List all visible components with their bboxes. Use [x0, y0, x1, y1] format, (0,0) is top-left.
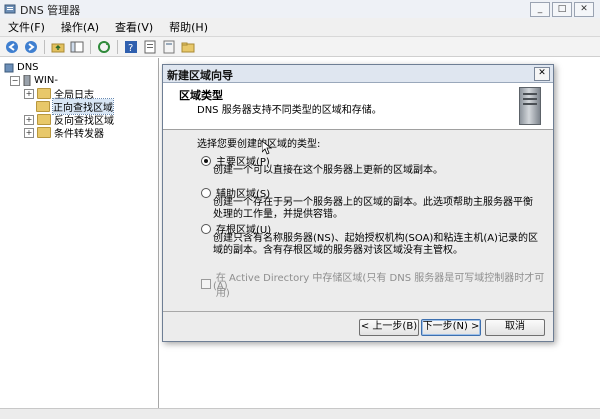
store-in-ad-checkbox[interactable]: 在 Active Directory 中存储区域(只有 DNS 服务器是可写域控…	[201, 269, 553, 299]
collapse-icon[interactable]: −	[10, 75, 20, 86]
expand-icon[interactable]: +	[24, 127, 34, 138]
new-zone-icon[interactable]	[161, 39, 177, 55]
description-line: 域的副本。含有存根区域的服务器对该区域没有主管权。	[213, 245, 463, 256]
console-tree: DNS − WIN- + 全局日志 正向查找区域 + 反向查找区域 + 条件转发…	[0, 58, 159, 408]
cancel-button[interactable]: 取消	[485, 319, 545, 336]
radio-button[interactable]	[201, 155, 211, 166]
mouse-cursor-icon	[262, 141, 272, 155]
dialog-title: 新建区域向导	[167, 69, 233, 82]
dns-node-icon	[4, 63, 14, 72]
menu-view[interactable]: 查看(V)	[107, 19, 161, 35]
button-separator	[163, 311, 553, 312]
folder-icon[interactable]	[180, 39, 196, 55]
expand-icon[interactable]: +	[24, 88, 34, 99]
dialog-header: 区域类型 DNS 服务器支持不同类型的区域和存储。	[163, 83, 553, 130]
checkbox-label: 在 Active Directory 中存储区域(只有 DNS 服务器是可写域控…	[215, 273, 545, 299]
dialog-titlebar: 新建区域向导 ✕	[163, 65, 553, 83]
refresh-icon[interactable]	[96, 39, 112, 55]
dns-app-icon	[4, 3, 16, 15]
radio-button[interactable]	[201, 223, 211, 234]
forward-icon[interactable]	[23, 39, 39, 55]
maximize-button[interactable]: □	[552, 2, 572, 17]
zone-type-prompt: 选择您要创建的区域的类型:	[197, 139, 321, 150]
dialog-close-button[interactable]: ✕	[534, 67, 550, 81]
toolbar-separator	[90, 39, 91, 54]
server-icon	[23, 75, 31, 86]
menu-action[interactable]: 操作(A)	[53, 19, 107, 35]
server-tower-icon	[519, 87, 541, 125]
status-bar	[0, 408, 600, 419]
close-button[interactable]: ✕	[574, 2, 594, 17]
window-titlebar: DNS 管理器 _ □ ✕	[0, 0, 600, 19]
up-folder-icon[interactable]	[50, 39, 66, 55]
description-line: 创建只含有名称服务器(NS)、起始授权机构(SOA)和粘连主机(A)记录的区	[213, 233, 538, 244]
toolbar-separator	[44, 39, 45, 54]
help-icon[interactable]: ?	[123, 39, 139, 55]
show-tree-icon[interactable]	[69, 39, 85, 55]
toolbar: ?	[0, 37, 600, 57]
svg-text:?: ?	[128, 43, 133, 54]
tree-label: WIN-	[34, 75, 58, 86]
folder-icon	[37, 127, 51, 138]
tree-label: DNS	[17, 62, 39, 73]
back-button[interactable]: < 上一步(B)	[359, 319, 419, 336]
expand-icon[interactable]: +	[24, 114, 34, 125]
checkbox-label-continuation: (A)	[213, 281, 228, 292]
radio-button[interactable]	[201, 187, 211, 198]
window-title: DNS 管理器	[20, 4, 81, 17]
folder-icon	[36, 101, 50, 112]
next-button[interactable]: 下一步(N) >	[421, 319, 481, 336]
tree-label: 条件转发器	[54, 129, 104, 140]
header-subtitle: DNS 服务器支持不同类型的区域和存储。	[197, 105, 382, 116]
menu-help[interactable]: 帮助(H)	[161, 19, 216, 35]
folder-icon	[37, 88, 51, 99]
description-line: 创建一个可以直接在这个服务器上更新的区域副本。	[213, 165, 443, 176]
primary-zone-description: 创建一个可以直接在这个服务器上更新的区域副本。	[213, 165, 443, 177]
secondary-zone-description: 创建一个存在于另一个服务器上的区域的副本。此选项帮助主服务器平衡 处理的工作量，…	[213, 197, 533, 221]
folder-icon	[37, 114, 51, 125]
back-icon[interactable]	[4, 39, 20, 55]
new-zone-wizard-dialog: 新建区域向导 ✕ 区域类型 DNS 服务器支持不同类型的区域和存储。 选择您要创…	[162, 64, 554, 342]
toolbar-separator	[117, 39, 118, 54]
checkbox[interactable]	[201, 279, 211, 289]
menu-bar: 文件(F) 操作(A) 查看(V) 帮助(H)	[0, 18, 600, 37]
tree-item-server[interactable]: − WIN-	[10, 74, 58, 87]
description-line: 处理的工作量，并提供容错。	[213, 209, 343, 220]
minimize-button[interactable]: _	[530, 2, 550, 17]
tree-item-conditional-forwarders[interactable]: + 条件转发器	[24, 126, 104, 140]
tree-item-dns[interactable]: DNS	[4, 61, 39, 74]
properties-icon[interactable]	[142, 39, 158, 55]
description-line: 创建一个存在于另一个服务器上的区域的副本。此选项帮助主服务器平衡	[213, 197, 533, 208]
stub-zone-description: 创建只含有名称服务器(NS)、起始授权机构(SOA)和粘连主机(A)记录的区 域…	[213, 233, 538, 257]
menu-file[interactable]: 文件(F)	[0, 19, 53, 35]
